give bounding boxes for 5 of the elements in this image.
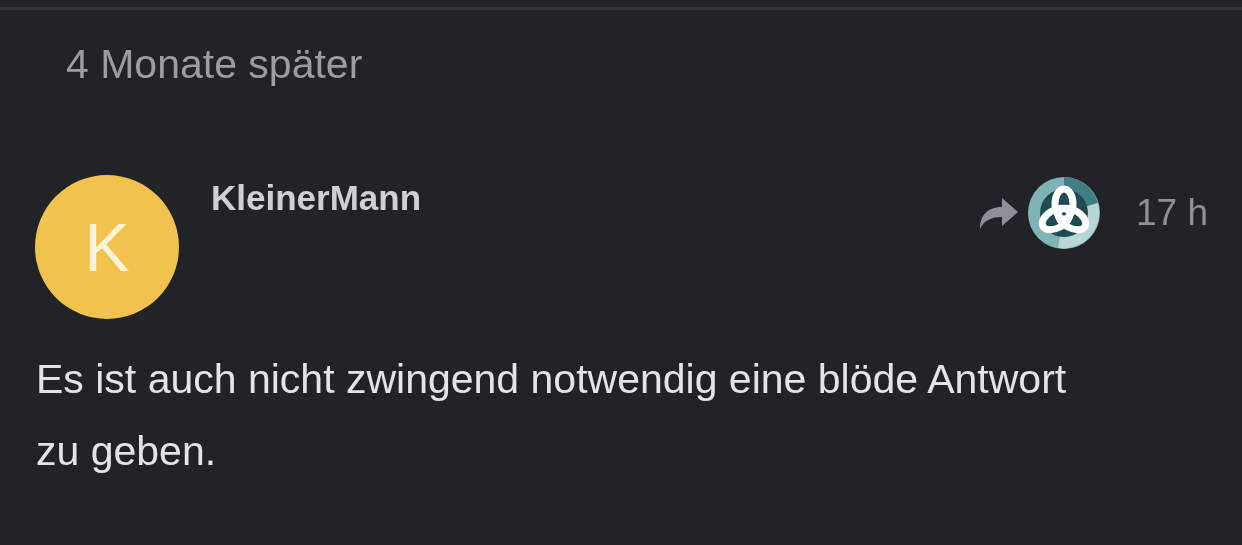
knot-logo-icon[interactable]: [1028, 177, 1100, 249]
time-gap-label: 4 Monate später: [65, 40, 364, 88]
post-time[interactable]: 17 h: [1136, 192, 1208, 234]
post-text: Es ist auch nicht zwingend notwendig eine blöde Antwort zu geben.: [35, 355, 1068, 476]
username[interactable]: KleinerMann: [211, 178, 976, 319]
